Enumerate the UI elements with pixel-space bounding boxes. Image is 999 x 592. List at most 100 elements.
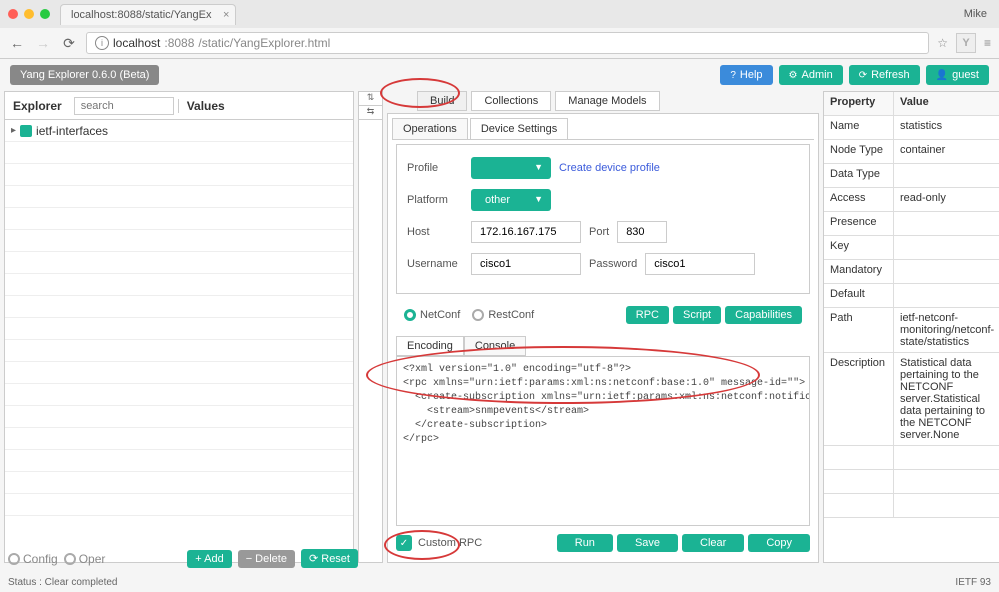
run-button[interactable]: Run [557, 534, 613, 552]
profile-select[interactable] [471, 157, 551, 179]
explorer-panel: Explorer Values ▸ ietf-interfaces [4, 91, 354, 563]
prop-row-path: Pathietf-netconf-monitoring/netconf-stat… [824, 308, 999, 353]
tree-row-empty [5, 362, 353, 384]
script-button[interactable]: Script [673, 306, 721, 324]
menu-icon[interactable]: ≡ [984, 36, 991, 50]
center-panel: Build Collections Manage Models Operatio… [387, 91, 819, 563]
tab-collections[interactable]: Collections [471, 91, 551, 111]
prop-row-default: Default [824, 284, 999, 308]
explorer-header: Explorer Values [5, 92, 353, 120]
module-icon [20, 125, 32, 137]
delete-button[interactable]: − Delete [238, 550, 295, 568]
splitter-handle[interactable]: ⇆ [359, 106, 382, 120]
browser-tab[interactable]: localhost:8088/static/YangEx × [60, 4, 236, 25]
minimize-window-icon[interactable] [24, 9, 34, 19]
tab-encoding[interactable]: Encoding [396, 336, 464, 356]
browser-tab-bar: localhost:8088/static/YangEx × Mike [0, 0, 999, 28]
device-form: Profile Create device profile Platform o… [396, 144, 810, 294]
bottom-controls: ✓ Custom RPC Run Save Clear Copy [392, 526, 814, 552]
reload-icon[interactable]: ⟳ [60, 35, 78, 52]
copy-button[interactable]: Copy [748, 534, 810, 552]
center-body: Operations Device Settings Profile Creat… [387, 113, 819, 563]
tree-row-empty [5, 384, 353, 406]
prop-row-presence: Presence [824, 212, 999, 236]
search-input[interactable] [74, 97, 174, 115]
sub-tabs: Operations Device Settings [392, 118, 814, 140]
tree-row-empty [5, 274, 353, 296]
maximize-window-icon[interactable] [40, 9, 50, 19]
tree-row-empty [5, 406, 353, 428]
url-port: :8088 [164, 36, 194, 50]
config-radio[interactable]: Config [8, 552, 58, 566]
oper-radio[interactable]: Oper [64, 552, 106, 566]
extension-icon[interactable]: Y [956, 33, 976, 53]
username-input[interactable] [471, 253, 581, 275]
explorer-tree: ▸ ietf-interfaces [5, 120, 353, 516]
host-label: Host [407, 226, 463, 238]
browser-tab-title: localhost:8088/static/YangEx [71, 9, 211, 21]
status-bar: Status : Clear completed IETF 93 [8, 577, 991, 588]
password-input[interactable] [645, 253, 755, 275]
tree-row-empty [5, 340, 353, 362]
tree-row-empty [5, 494, 353, 516]
splitter-handle[interactable]: ⇅ [359, 92, 382, 106]
address-bar: ← → ⟳ i localhost:8088/static/YangExplor… [0, 28, 999, 58]
close-tab-icon[interactable]: × [223, 9, 229, 21]
explorer-label: Explorer [5, 99, 70, 113]
guest-button[interactable]: 👤guest [926, 65, 989, 85]
tree-row-empty [5, 450, 353, 472]
tab-operations[interactable]: Operations [392, 118, 468, 139]
bookmark-icon[interactable]: ☆ [937, 36, 948, 50]
prop-row-key: Key [824, 236, 999, 260]
tree-row-empty [5, 208, 353, 230]
status-text: Status : Clear completed [8, 577, 118, 588]
expand-icon[interactable]: ▸ [11, 125, 16, 136]
forward-icon[interactable]: → [34, 35, 52, 51]
tree-item-label: ietf-interfaces [36, 124, 108, 138]
tree-row-empty [5, 318, 353, 340]
values-label: Values [178, 99, 353, 113]
tab-console[interactable]: Console [464, 336, 526, 356]
reset-button[interactable]: ⟳ Reset [301, 549, 358, 568]
app-title: Yang Explorer 0.6.0 (Beta) [10, 65, 159, 85]
custom-rpc-label: Custom RPC [418, 537, 482, 549]
url-path: /static/YangExplorer.html [198, 36, 330, 50]
site-info-icon[interactable]: i [95, 36, 109, 50]
capabilities-button[interactable]: Capabilities [725, 306, 802, 324]
window-controls [8, 9, 50, 19]
refresh-icon: ⟳ [859, 70, 867, 81]
custom-rpc-checkbox[interactable]: ✓ [396, 535, 412, 551]
admin-button[interactable]: ⚙Admin [779, 65, 843, 85]
tree-item[interactable]: ▸ ietf-interfaces [5, 120, 353, 142]
close-window-icon[interactable] [8, 9, 18, 19]
splitter-column[interactable]: ⇅ ⇆ [358, 91, 383, 563]
tree-row-empty [5, 186, 353, 208]
tree-row-empty [5, 428, 353, 450]
main-content: Explorer Values ▸ ietf-interfaces [0, 91, 999, 563]
platform-select[interactable]: other [471, 189, 551, 211]
url-input[interactable]: i localhost:8088/static/YangExplorer.htm… [86, 32, 929, 54]
console-tabs: Encoding Console [396, 336, 810, 356]
help-button[interactable]: ?Help [720, 65, 772, 85]
back-icon[interactable]: ← [8, 35, 26, 51]
create-profile-link[interactable]: Create device profile [559, 162, 660, 174]
tab-device-settings[interactable]: Device Settings [470, 118, 568, 139]
port-input[interactable] [617, 221, 667, 243]
console-textarea[interactable]: <?xml version="1.0" encoding="utf-8"?> <… [396, 356, 810, 526]
host-input[interactable] [471, 221, 581, 243]
tab-manage[interactable]: Manage Models [555, 91, 659, 111]
refresh-button[interactable]: ⟳Refresh [849, 65, 920, 85]
netconf-radio[interactable]: NetConf [404, 309, 460, 321]
platform-label: Platform [407, 194, 463, 206]
add-button[interactable]: + Add [187, 550, 231, 568]
tab-build[interactable]: Build [417, 91, 467, 111]
rpc-button[interactable]: RPC [626, 306, 669, 324]
user-icon: 👤 [936, 70, 948, 81]
prop-row-access: Accessread-only [824, 188, 999, 212]
restconf-radio[interactable]: RestConf [472, 309, 534, 321]
prop-row-empty [824, 446, 999, 470]
tree-row-empty [5, 164, 353, 186]
main-tabs: Build Collections Manage Models [387, 91, 819, 111]
save-button[interactable]: Save [617, 534, 678, 552]
clear-button[interactable]: Clear [682, 534, 744, 552]
